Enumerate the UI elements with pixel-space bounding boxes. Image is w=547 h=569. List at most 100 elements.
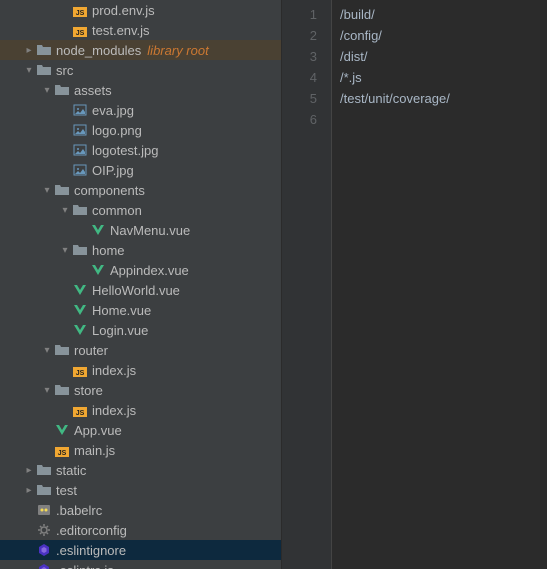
tree-item--eslintrc-js[interactable]: .eslintrc.js	[0, 560, 281, 569]
project-tree[interactable]: JSprod.env.jsJStest.env.js▸node_modulesl…	[0, 0, 282, 569]
tree-item-index-js[interactable]: JS index.js	[0, 360, 281, 380]
js-icon: JS	[72, 362, 88, 378]
tree-item-home-vue[interactable]: Home.vue	[0, 300, 281, 320]
folder-icon	[36, 482, 52, 498]
babel-icon	[36, 502, 52, 518]
image-icon	[72, 102, 88, 118]
tree-item-label: App.vue	[74, 423, 122, 438]
vue-icon	[72, 282, 88, 298]
tree-item-oip-jpg[interactable]: OIP.jpg	[0, 160, 281, 180]
chevron-right-icon[interactable]: ▸	[22, 465, 36, 476]
image-icon	[72, 142, 88, 158]
tree-item-label: index.js	[92, 363, 136, 378]
folder-icon	[54, 182, 70, 198]
editor-gutter: 123456	[282, 0, 332, 569]
tree-item-label: components	[74, 183, 145, 198]
tree-item-appindex-vue[interactable]: Appindex.vue	[0, 260, 281, 280]
chevron-right-icon[interactable]: ▸	[22, 485, 36, 496]
folder-icon	[54, 82, 70, 98]
code-line[interactable]: /build/	[340, 4, 539, 25]
folder-icon	[36, 62, 52, 78]
line-number: 1	[286, 4, 317, 25]
tree-item-helloworld-vue[interactable]: HelloWorld.vue	[0, 280, 281, 300]
line-number: 5	[286, 88, 317, 109]
folder-icon	[36, 42, 52, 58]
tree-item-index-js[interactable]: JS index.js	[0, 400, 281, 420]
chevron-down-icon[interactable]: ▾	[40, 345, 54, 356]
tree-item-label: static	[56, 463, 86, 478]
vue-icon	[90, 262, 106, 278]
chevron-down-icon[interactable]: ▾	[22, 65, 36, 76]
eslint-icon	[36, 562, 52, 569]
tree-item-eva-jpg[interactable]: eva.jpg	[0, 100, 281, 120]
tree-item-label: Appindex.vue	[110, 263, 189, 278]
chevron-down-icon[interactable]: ▾	[40, 85, 54, 96]
tree-item--editorconfig[interactable]: .editorconfig	[0, 520, 281, 540]
tree-item-logotest-jpg[interactable]: logotest.jpg	[0, 140, 281, 160]
svg-text:JS: JS	[76, 30, 85, 37]
tree-item-label: test	[56, 483, 77, 498]
tree-item-node-modules[interactable]: ▸ node_modules library root	[0, 40, 281, 60]
tree-item-label: .eslintrc.js	[56, 563, 114, 569]
tree-item-home[interactable]: ▾home	[0, 240, 281, 260]
tree-item-static[interactable]: ▸ static	[0, 460, 281, 480]
editor-content[interactable]: /build//config//dist//*.js/test/unit/cov…	[332, 0, 547, 569]
tree-item-navmenu-vue[interactable]: NavMenu.vue	[0, 220, 281, 240]
tree-item-store[interactable]: ▾store	[0, 380, 281, 400]
vue-icon	[72, 322, 88, 338]
tree-item-label: logotest.jpg	[92, 143, 159, 158]
tree-item-label: router	[74, 343, 108, 358]
tree-item-test[interactable]: ▸ test	[0, 480, 281, 500]
tree-item-router[interactable]: ▾ router	[0, 340, 281, 360]
code-line[interactable]: /config/	[340, 25, 539, 46]
tree-item-label: HelloWorld.vue	[92, 283, 180, 298]
line-number: 3	[286, 46, 317, 67]
chevron-down-icon[interactable]: ▾	[58, 205, 72, 216]
folder-icon	[54, 382, 70, 398]
tree-item-common[interactable]: ▾ common	[0, 200, 281, 220]
tree-item-label: Login.vue	[92, 323, 148, 338]
tree-item-src[interactable]: ▾ src	[0, 60, 281, 80]
tree-item--eslintignore[interactable]: .eslintignore	[0, 540, 281, 560]
line-number: 2	[286, 25, 317, 46]
tree-item-main-js[interactable]: JSmain.js	[0, 440, 281, 460]
image-icon	[72, 122, 88, 138]
tree-item-label: node_modules	[56, 43, 141, 58]
chevron-down-icon[interactable]: ▾	[40, 385, 54, 396]
tree-item-label: prod.env.js	[92, 3, 155, 18]
chevron-down-icon[interactable]: ▾	[40, 185, 54, 196]
code-line[interactable]: /test/unit/coverage/	[340, 88, 539, 109]
tree-item-label: common	[92, 203, 142, 218]
tree-item-prod-env-js[interactable]: JS prod.env.js	[0, 0, 281, 20]
svg-text:JS: JS	[76, 410, 85, 417]
tree-item-label: index.js	[92, 403, 136, 418]
gear-icon	[36, 522, 52, 538]
vue-icon	[90, 222, 106, 238]
chevron-right-icon[interactable]: ▸	[22, 45, 36, 56]
chevron-down-icon[interactable]: ▾	[58, 245, 72, 256]
eslint-icon	[36, 542, 52, 558]
tree-item-label: test.env.js	[92, 23, 150, 38]
tree-item-components[interactable]: ▾ components	[0, 180, 281, 200]
tree-item-label: NavMenu.vue	[110, 223, 190, 238]
tree-item-label: logo.png	[92, 123, 142, 138]
js-icon: JS	[72, 22, 88, 38]
tree-item-label: assets	[74, 83, 112, 98]
tree-item--babelrc[interactable]: .babelrc	[0, 500, 281, 520]
code-line[interactable]: /*.js	[340, 67, 539, 88]
line-number: 6	[286, 109, 317, 130]
tree-item-label: src	[56, 63, 73, 78]
js-icon: JS	[72, 402, 88, 418]
tree-item-login-vue[interactable]: Login.vue	[0, 320, 281, 340]
svg-text:JS: JS	[58, 450, 67, 457]
tree-item-assets[interactable]: ▾ assets	[0, 80, 281, 100]
tree-item-test-env-js[interactable]: JS test.env.js	[0, 20, 281, 40]
library-root-note: library root	[147, 43, 208, 58]
tree-item-app-vue[interactable]: App.vue	[0, 420, 281, 440]
folder-icon	[54, 342, 70, 358]
svg-text:JS: JS	[76, 10, 85, 17]
image-icon	[72, 162, 88, 178]
code-line[interactable]: /dist/	[340, 46, 539, 67]
vue-icon	[54, 422, 70, 438]
tree-item-logo-png[interactable]: logo.png	[0, 120, 281, 140]
